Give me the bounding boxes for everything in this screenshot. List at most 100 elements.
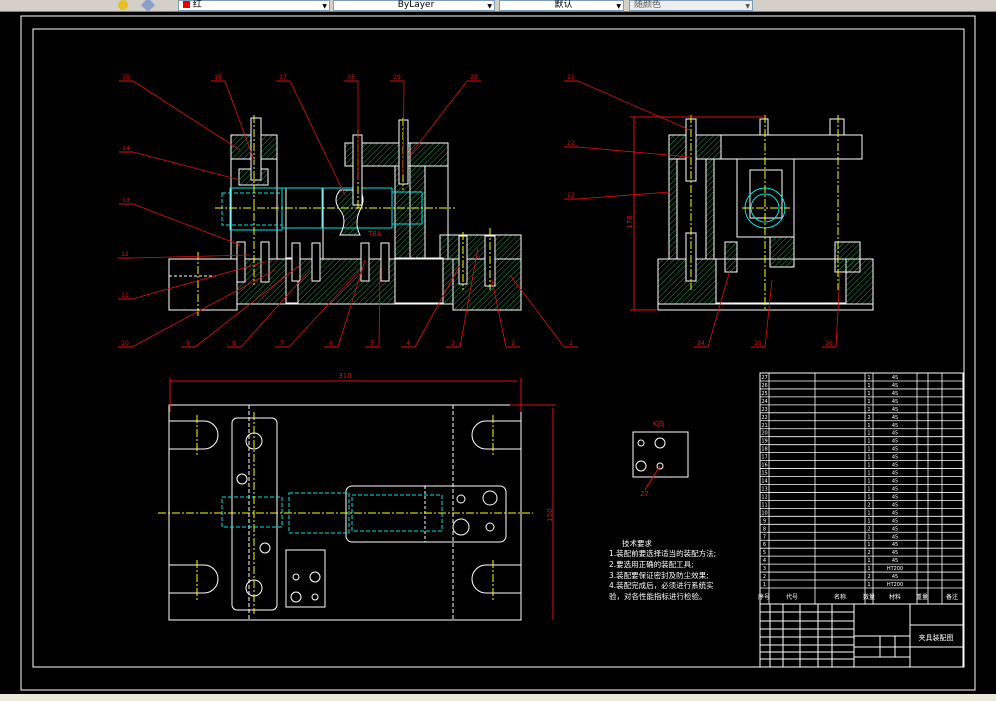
bom-qty: 1	[867, 447, 870, 453]
dimension-310-150	[169, 378, 556, 620]
balloon-number: 13	[122, 197, 130, 204]
bom-row: 9 1 45	[760, 518, 963, 525]
bom-row: 23 1 45	[760, 407, 963, 414]
chevron-down-icon: ▼	[745, 3, 750, 10]
bom-header-cell: 名称	[834, 593, 846, 601]
bom-row: 18 1 45	[760, 447, 963, 454]
bom-material: 45	[892, 534, 898, 540]
bom-row: 10 1 45	[760, 510, 963, 517]
balloon-number: 4	[406, 340, 410, 347]
lineweight-value: 默认	[554, 0, 573, 10]
balloon-number: 24	[697, 340, 705, 347]
balloon-number: 8	[232, 340, 236, 347]
chevron-down-icon: ▼	[616, 3, 621, 10]
tech-req-line: 2.要选用正确的装配工具;	[609, 559, 694, 569]
linetype-dropdown[interactable]: ByLayer ▼	[333, 0, 495, 11]
bom-material: 45	[892, 383, 898, 389]
balloon-number: 6	[329, 340, 333, 347]
balloon-number: 20	[470, 74, 478, 81]
bom-qty: 1	[867, 391, 870, 397]
lineweight-dropdown[interactable]: 默认 ▼	[499, 0, 624, 11]
dimension-width-label: 310	[338, 372, 351, 380]
balloon-number: 7	[280, 340, 284, 347]
inner-frame	[32, 28, 965, 668]
dimension-depth-label: 150	[546, 508, 554, 521]
bom-row: 19 1 45	[760, 439, 963, 446]
plotstyle-value: 随颜色	[634, 0, 662, 10]
balloon-21: 21	[564, 74, 691, 131]
bom-row: 4 1 45	[760, 558, 963, 565]
bom-item-no: 18	[761, 447, 767, 453]
bom-material: 45	[892, 494, 898, 500]
bom-qty: 1	[867, 510, 870, 516]
bom-material: 45	[892, 542, 898, 548]
bom-item-no: 19	[761, 439, 767, 445]
bom-row: 22 2 45	[760, 415, 963, 422]
color-dropdown[interactable]: 红 ▼	[178, 0, 330, 11]
bom-row: 12 1 45	[760, 494, 963, 501]
technical-requirements: 技术要求 1.装配前要选择适当的装配方法; 2.要选用正确的装配工具; 3.装配…	[609, 538, 716, 601]
bom-item-no: 11	[761, 502, 767, 508]
bom-qty: 1	[867, 542, 870, 548]
bom-qty: 1	[867, 463, 870, 469]
bom-item-no: 17	[761, 455, 767, 461]
bom-row: 16 1 45	[760, 463, 963, 469]
balloon-number: 1	[569, 340, 573, 347]
linetype-value: ByLayer	[397, 0, 435, 10]
bom-qty: 1	[867, 423, 870, 429]
bom-row: 3 1 HT200	[760, 566, 963, 573]
bom-item-no: 22	[761, 415, 767, 421]
bom-material: 45	[892, 574, 898, 580]
bom-qty: 1	[867, 566, 870, 572]
bom-qty: 1	[867, 471, 870, 477]
bom-material: 45	[892, 502, 898, 508]
balloon-15: 15	[119, 74, 241, 151]
bom-material: 45	[892, 550, 898, 556]
layer-bulb-icon[interactable]	[118, 0, 128, 10]
bom-qty: 2	[867, 550, 870, 556]
bom-row: 27 1 45	[760, 375, 963, 382]
bom-header-cell: 序号	[758, 593, 770, 601]
bom-header-cell: 数量	[863, 593, 875, 601]
balloon-27: 27	[640, 490, 649, 498]
bom-qty: 2	[867, 574, 870, 580]
bom-material: 45	[892, 463, 898, 469]
bom-row: 13 1 45	[760, 486, 963, 493]
bom-item-no: 1	[763, 582, 766, 588]
bom-item-no: 14	[761, 479, 767, 485]
bom-qty: 1	[867, 399, 870, 405]
balloon-number: 10	[121, 340, 129, 347]
plotstyle-dropdown[interactable]: 随颜色 ▼	[629, 0, 753, 11]
balloon-number: 26	[825, 340, 833, 347]
bom-item-no: 25	[761, 391, 767, 397]
bom-material: 45	[892, 518, 898, 524]
outer-frame	[20, 15, 976, 691]
layer-stack-icon[interactable]	[140, 0, 156, 11]
bom-row: 2 2 45	[760, 574, 963, 581]
bom-row: 20 1 45	[760, 431, 963, 438]
bom-qty: 1	[867, 455, 870, 461]
bom-item-no: 8	[763, 526, 766, 532]
bom-header-cell: 重量	[916, 593, 928, 601]
balloon-number: 9	[186, 340, 190, 347]
bom-row: 8 2 45	[760, 526, 963, 533]
side-view	[657, 115, 874, 311]
bill-of-materials: 27 1 4526 1 4525 1 4524 1 4523 1 4522 2 4521 1 4520 1 45…	[758, 372, 964, 605]
bom-row: 1 1 HT200	[760, 582, 963, 589]
bom-qty: 1	[867, 494, 870, 500]
bom-row: 21 1 45	[760, 423, 963, 430]
bom-item-no: 10	[761, 510, 767, 516]
balloon-number: 14	[122, 145, 130, 152]
balloon-17: 17	[276, 74, 346, 196]
tech-req-line: 1.装配前要选择适当的装配方法;	[609, 548, 716, 558]
bom-row: 26 1 45	[760, 383, 963, 390]
bom-qty: 1	[867, 431, 870, 437]
dimension-height-label: 170	[626, 215, 634, 228]
drawing-canvas[interactable]: T8A 170 310 150 K向 27 15 16 17 18 19 201…	[0, 12, 996, 694]
balloon-number: 22	[567, 140, 575, 147]
bom-row: 24 1 45	[760, 399, 963, 406]
bom-item-no: 26	[761, 383, 767, 389]
bom-material: 45	[892, 439, 898, 445]
bom-row: 11 2 45	[760, 502, 963, 509]
balloon-number: 16	[214, 74, 222, 81]
